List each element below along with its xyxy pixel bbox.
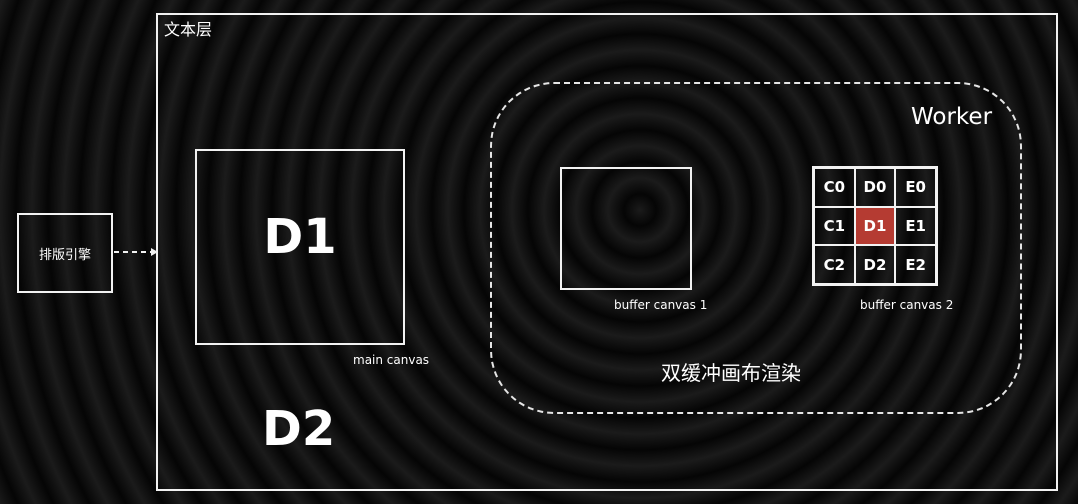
layout-engine-box: 排版引擎 bbox=[17, 213, 113, 293]
buffer-canvas-1 bbox=[560, 167, 692, 290]
tile-e0: E0 bbox=[895, 168, 936, 207]
tile-c2: C2 bbox=[814, 245, 855, 284]
tile-d0: D0 bbox=[854, 168, 896, 207]
buffer-canvas-1-label: buffer canvas 1 bbox=[614, 298, 708, 312]
buffer-canvas-2-grid: C0 D0 E0 C1 D1 E1 C2 D2 E2 bbox=[812, 166, 938, 286]
main-canvas-box: D1 bbox=[195, 149, 405, 345]
worker-label: Worker bbox=[911, 104, 993, 130]
main-canvas-content: D1 bbox=[263, 209, 337, 265]
below-canvas-content: D2 bbox=[262, 401, 336, 457]
tile-c0: C0 bbox=[814, 168, 855, 207]
dashed-arrow bbox=[114, 248, 158, 256]
buffer-canvas-2-label: buffer canvas 2 bbox=[860, 298, 954, 312]
tile-e2: E2 bbox=[895, 245, 936, 284]
tile-c1: C1 bbox=[814, 206, 855, 246]
main-canvas-label: main canvas bbox=[353, 353, 430, 367]
double-buffer-caption: 双缓冲画布渲染 bbox=[661, 361, 801, 385]
tile-e1: E1 bbox=[895, 206, 936, 246]
tile-d1: D1 bbox=[854, 206, 896, 246]
layout-engine-label: 排版引擎 bbox=[38, 247, 91, 263]
text-layer-label: 文本层 bbox=[164, 20, 213, 39]
tile-d2: D2 bbox=[854, 245, 896, 284]
